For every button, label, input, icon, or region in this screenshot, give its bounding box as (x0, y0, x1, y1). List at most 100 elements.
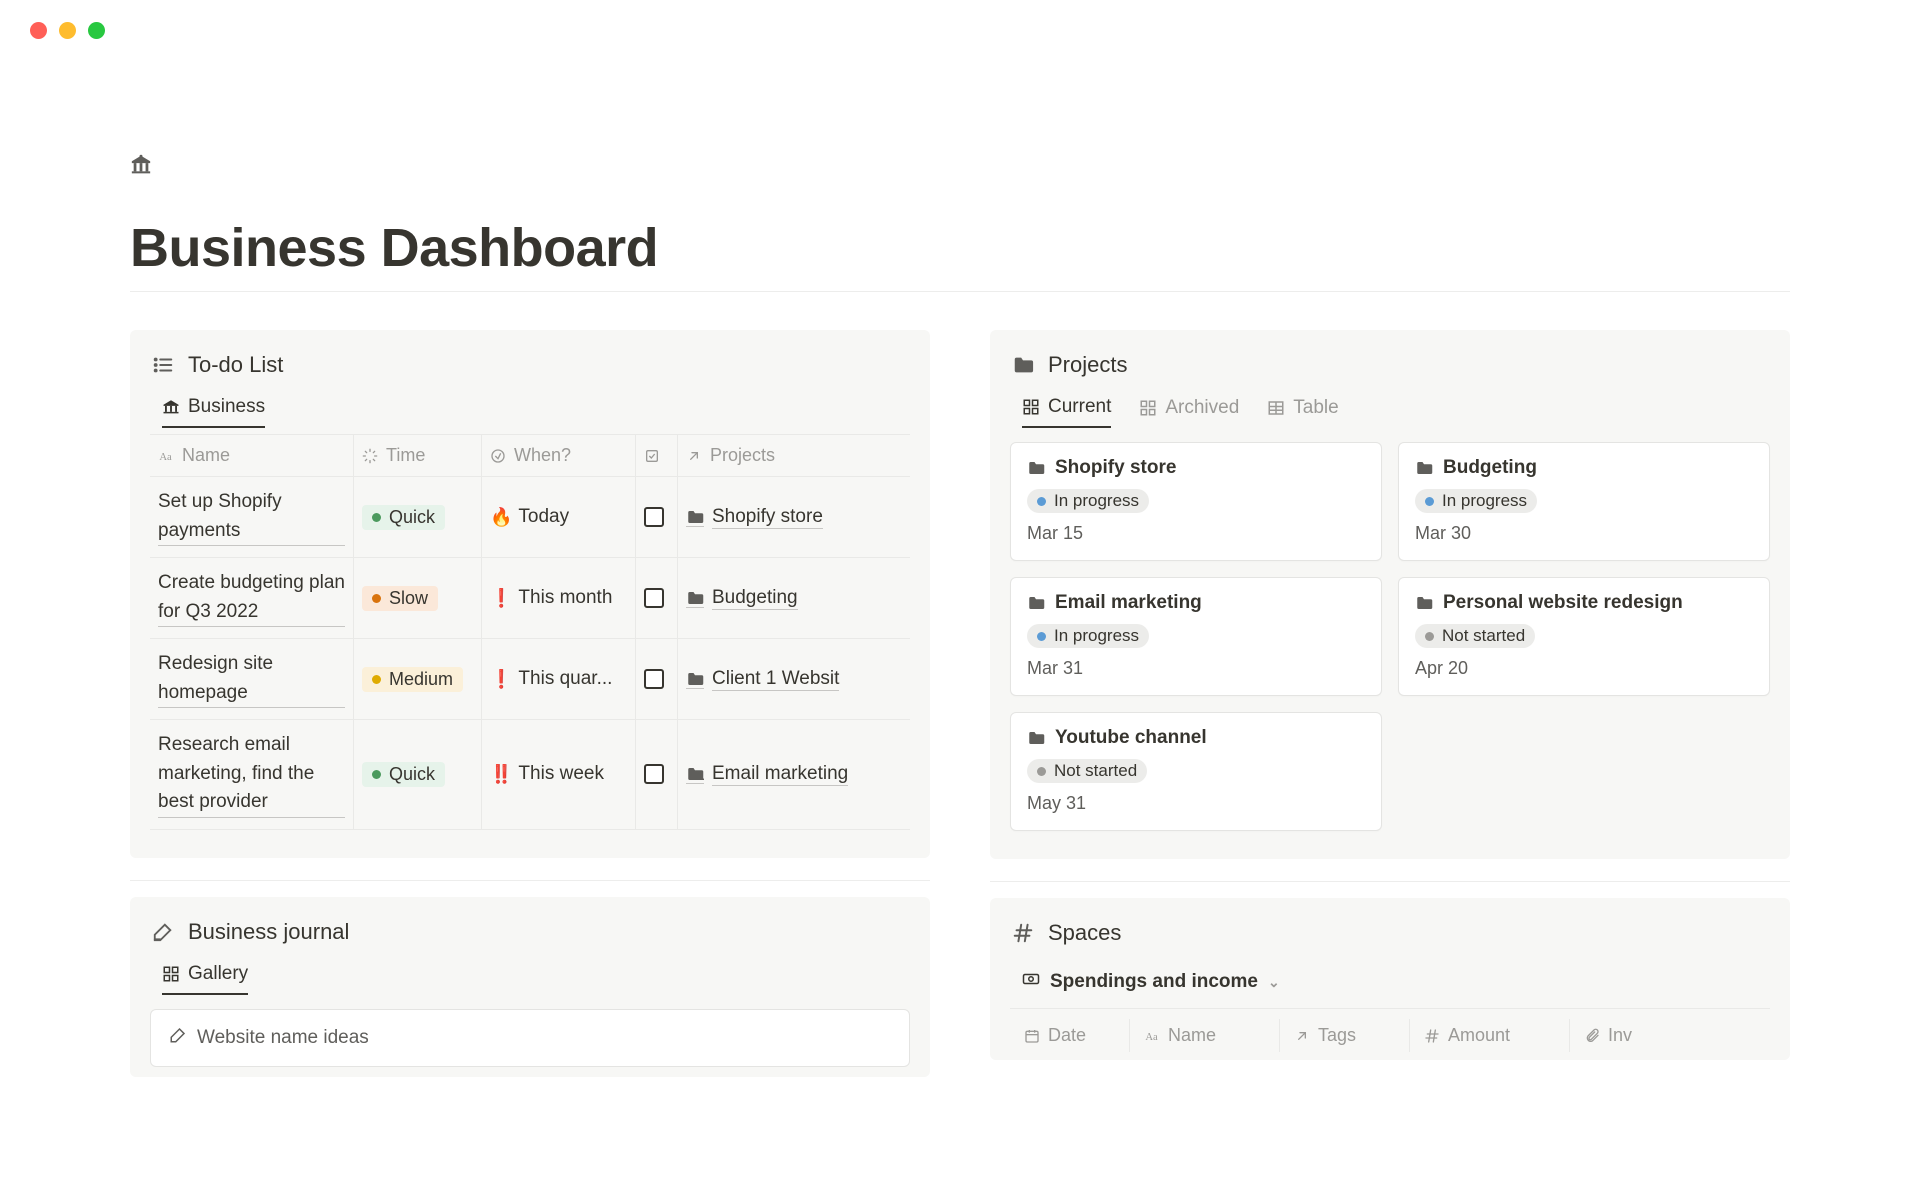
checkbox[interactable] (644, 669, 664, 689)
panel-spaces: Spaces Spendings and income ⌄ Date AaNam… (990, 898, 1790, 1060)
folder-icon (1027, 459, 1045, 477)
calendar-icon (1024, 1028, 1040, 1044)
col-amount[interactable]: Amount (1410, 1019, 1570, 1052)
tab-business-label: Business (188, 396, 265, 418)
folder-icon (1415, 459, 1433, 477)
spaces-view-selector[interactable]: Spendings and income ⌄ (1010, 964, 1770, 1008)
status-badge: In progress (1027, 624, 1149, 648)
panel-title-projects[interactable]: Projects (1048, 352, 1127, 378)
spinner-icon (362, 448, 378, 464)
window-traffic-lights (0, 0, 1920, 39)
window-minimize-icon[interactable] (59, 22, 76, 39)
col-name[interactable]: AaName (1130, 1019, 1280, 1052)
panel-journal: Business journal Gallery Website name id… (130, 897, 930, 1077)
svg-text:Aa: Aa (159, 452, 172, 463)
journal-card-title: Website name ideas (197, 1027, 369, 1049)
page-icon-bank[interactable] (130, 109, 1790, 187)
board-icon (1022, 398, 1040, 416)
cell-name: Research email marketing, find the best … (158, 731, 345, 818)
cell-name: Redesign site homepage (158, 650, 345, 708)
project-card[interactable]: Budgeting In progress Mar 30 (1398, 442, 1770, 561)
table-icon (1267, 399, 1285, 417)
window-close-icon[interactable] (30, 22, 47, 39)
checkbox[interactable] (644, 507, 664, 527)
col-date[interactable]: Date (1010, 1019, 1130, 1052)
pill-time: Quick (362, 505, 445, 530)
tab-gallery-label: Gallery (188, 963, 248, 985)
cell-name: Create budgeting plan for Q3 2022 (158, 569, 345, 627)
tab-current-label: Current (1048, 396, 1111, 418)
journal-card[interactable]: Website name ideas (150, 1009, 910, 1067)
project-card[interactable]: Shopify store In progress Mar 15 (1010, 442, 1382, 561)
cell-when: ❗This month (490, 587, 612, 609)
table-row[interactable]: Research email marketing, find the best … (150, 720, 910, 830)
cell-project[interactable]: Shopify store (686, 506, 823, 529)
panel-todo: To-do List Business Aa Name (130, 330, 930, 858)
project-card[interactable]: Personal website redesign Not started Ap… (1398, 577, 1770, 696)
checkbox-icon (644, 448, 660, 464)
board-icon (1139, 399, 1157, 417)
panel-title-spaces[interactable]: Spaces (1048, 920, 1121, 946)
panel-title-journal[interactable]: Business journal (188, 919, 349, 945)
status-badge: In progress (1027, 489, 1149, 513)
relation-icon (686, 448, 702, 464)
table-row[interactable]: Redesign site homepage Medium ❗This quar… (150, 639, 910, 720)
cell-project[interactable]: Email marketing (686, 763, 848, 786)
card-date: Mar 30 (1415, 523, 1753, 544)
col-check[interactable] (636, 435, 678, 476)
tab-archived-label: Archived (1165, 397, 1239, 419)
col-time[interactable]: Time (354, 435, 482, 476)
checkbox[interactable] (644, 588, 664, 608)
pencil-icon (169, 1026, 187, 1050)
tab-table[interactable]: Table (1267, 396, 1338, 428)
spaces-subtitle: Spendings and income (1050, 971, 1258, 993)
panel-projects: Projects Current Archived Table (990, 330, 1790, 859)
card-date: Mar 15 (1027, 523, 1365, 544)
pencil-icon (152, 921, 174, 943)
col-projects[interactable]: Projects (678, 435, 910, 476)
list-icon (152, 354, 174, 376)
select-icon (490, 448, 506, 464)
page-title: Business Dashboard (130, 217, 1790, 279)
money-icon (1022, 970, 1040, 994)
relation-icon (1294, 1028, 1310, 1044)
attachment-icon (1584, 1028, 1600, 1044)
todo-table: Aa Name Time When? (150, 434, 910, 830)
pill-time: Slow (362, 586, 438, 611)
project-card[interactable]: Email marketing In progress Mar 31 (1010, 577, 1382, 696)
divider (130, 291, 1790, 292)
cell-when: ‼️This week (490, 763, 604, 785)
cell-name: Set up Shopify payments (158, 488, 345, 546)
cell-project[interactable]: Budgeting (686, 587, 798, 610)
tab-archived[interactable]: Archived (1139, 396, 1239, 428)
spaces-columns: Date AaName Tags Amount Inv (1010, 1008, 1770, 1052)
col-tags[interactable]: Tags (1280, 1019, 1410, 1052)
card-date: May 31 (1027, 793, 1365, 814)
divider (130, 880, 930, 881)
table-row[interactable]: Set up Shopify payments Quick 🔥Today Sho… (150, 477, 910, 558)
cell-project[interactable]: Client 1 Websit (686, 668, 839, 691)
folder-icon (1027, 594, 1045, 612)
folder-icon (1415, 594, 1433, 612)
status-badge: Not started (1415, 624, 1535, 648)
hash-icon (1012, 922, 1034, 944)
col-when[interactable]: When? (482, 435, 636, 476)
gallery-icon (162, 965, 180, 983)
cell-when: ❗This quar... (490, 668, 612, 690)
window-maximize-icon[interactable] (88, 22, 105, 39)
card-date: Mar 31 (1027, 658, 1365, 679)
checkbox[interactable] (644, 764, 664, 784)
status-badge: In progress (1415, 489, 1537, 513)
table-row[interactable]: Create budgeting plan for Q3 2022 Slow ❗… (150, 558, 910, 639)
panel-title-todo[interactable]: To-do List (188, 352, 283, 378)
project-card[interactable]: Youtube channel Not started May 31 (1010, 712, 1382, 831)
tab-gallery[interactable]: Gallery (162, 963, 248, 995)
tab-table-label: Table (1293, 397, 1338, 419)
chevron-down-icon: ⌄ (1268, 974, 1280, 991)
text-icon: Aa (1144, 1028, 1160, 1044)
col-inv[interactable]: Inv (1570, 1019, 1646, 1052)
divider (990, 881, 1790, 882)
col-name[interactable]: Aa Name (150, 435, 354, 476)
tab-business[interactable]: Business (162, 396, 265, 428)
tab-current[interactable]: Current (1022, 396, 1111, 428)
